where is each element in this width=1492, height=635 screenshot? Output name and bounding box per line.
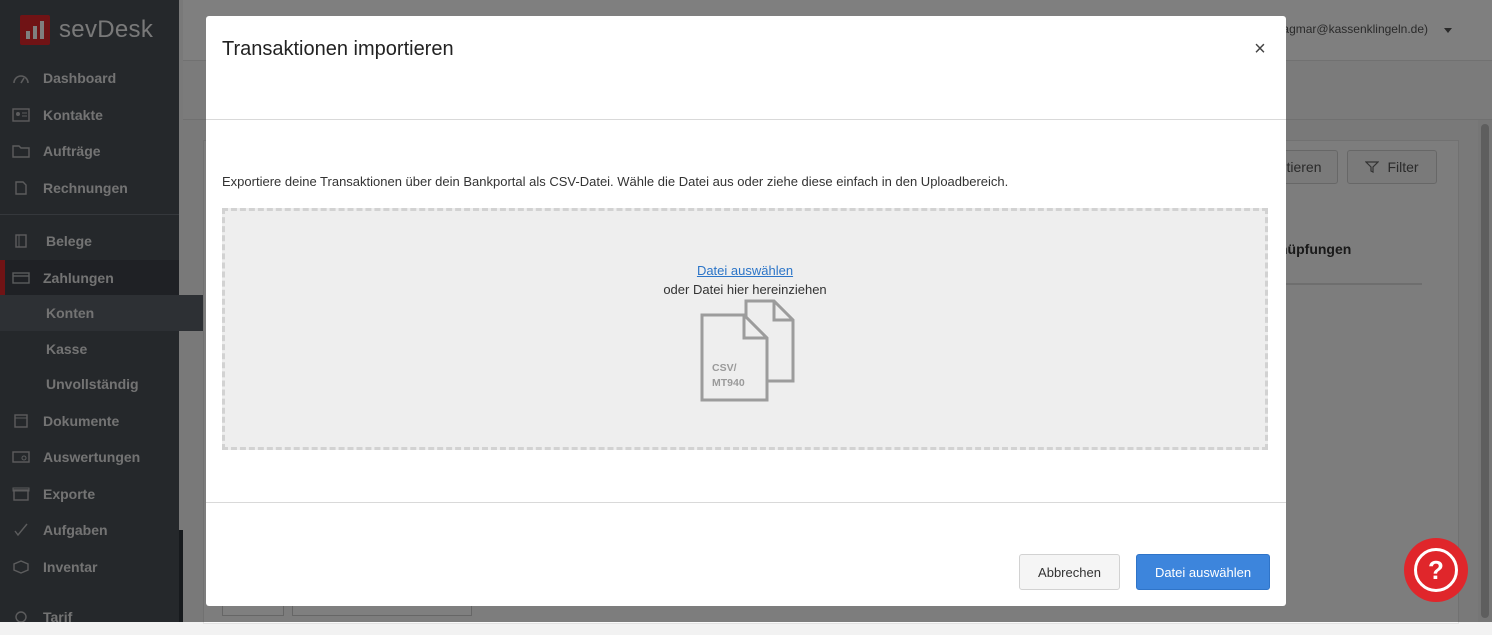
csv-file-icon: CSV/ MT940 (700, 299, 795, 402)
help-button[interactable]: ? (1404, 538, 1468, 602)
dialog-footer-divider (206, 502, 1286, 503)
choose-file-link[interactable]: Datei auswählen (697, 263, 793, 278)
upload-dropzone[interactable]: Datei auswählen oder Datei hier hereinzi… (222, 208, 1268, 450)
question-icon: ? (1414, 548, 1458, 592)
file-type-label: MT940 (712, 377, 745, 389)
dialog-title: Transaktionen importieren (222, 38, 454, 60)
close-icon[interactable]: × (1249, 38, 1271, 60)
import-transactions-dialog: Transaktionen importieren × Exportiere d… (206, 16, 1286, 606)
file-type-label: CSV/ (712, 362, 737, 374)
dialog-header-divider (206, 119, 1286, 120)
dialog-instructions: Exportiere deine Transaktionen über dein… (222, 174, 1009, 189)
choose-file-button[interactable]: Datei auswählen (1136, 554, 1270, 590)
cancel-button[interactable]: Abbrechen (1019, 554, 1120, 590)
dropzone-hint: oder Datei hier hereinziehen (663, 282, 827, 297)
